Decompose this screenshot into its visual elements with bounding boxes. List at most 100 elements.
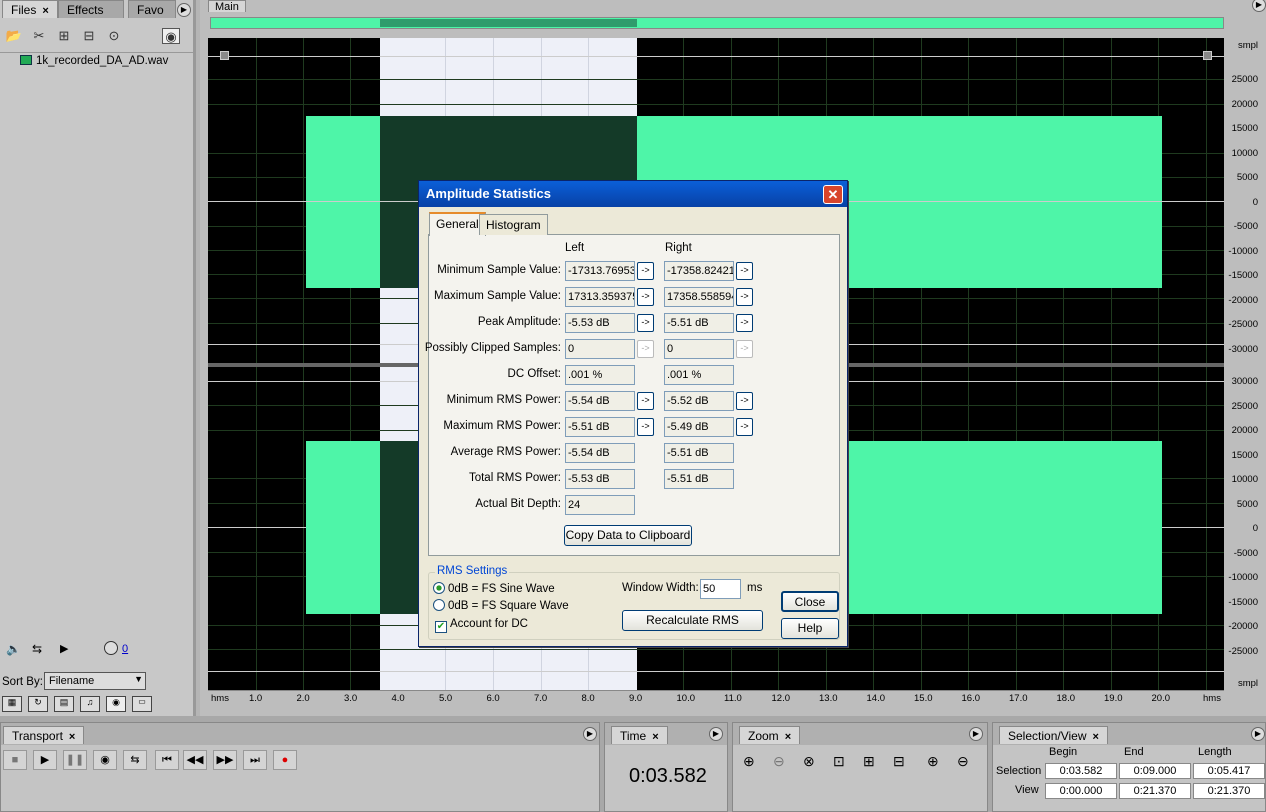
stat-right-value[interactable]: -5.51 dB [664,469,734,489]
show-video-icon[interactable]: ▤ [54,696,74,712]
stat-left-value[interactable]: -5.53 dB [565,313,635,333]
stat-left-value[interactable]: -5.54 dB [565,391,635,411]
go-to-value-button[interactable]: -> [736,288,753,306]
tab-zoom[interactable]: Zoom × [739,726,801,744]
panel-menu-icon[interactable]: ▶ [969,727,983,741]
open-file-icon[interactable]: 📂 [5,28,23,44]
selection-begin-field[interactable]: 0:03.582 [1045,763,1117,779]
go-to-value-button[interactable]: -> [736,418,753,436]
close-file-icon[interactable]: ✂ [30,28,48,44]
close-icon[interactable]: × [69,731,75,743]
checkbox-account-dc[interactable]: ✔ Account for DC [435,618,528,633]
stat-right-value[interactable]: -17358.82421 [664,261,734,281]
selection-end-field[interactable]: 0:09.000 [1119,763,1191,779]
go-to-value-button[interactable]: -> [637,340,654,358]
full-path-icon[interactable]: ▭ [132,696,152,712]
zoom-in-vertical-icon[interactable]: ⊕ [927,753,939,770]
zoom-selection-icon[interactable]: ⊡ [833,753,845,770]
zoom-out-full-icon[interactable]: ⊗ [803,753,815,770]
record-button[interactable]: ● [273,750,297,770]
radio-sine-wave[interactable]: 0dB = FS Sine Wave [433,582,555,595]
play-file-icon[interactable]: ⊙ [105,28,123,44]
close-icon[interactable]: ✕ [823,185,843,204]
close-button[interactable]: Close [781,591,839,612]
go-to-value-button[interactable]: -> [736,392,753,410]
pause-button[interactable]: ❚❚ [63,750,87,770]
go-to-end-button[interactable]: ⏭ [243,750,267,770]
zoom-in-horizontal-icon[interactable]: ⊕ [743,753,755,770]
list-item[interactable]: 1k_recorded_DA_AD.wav [20,55,168,67]
stat-right-value[interactable]: -5.51 dB [664,443,734,463]
zoom-out-horizontal-icon[interactable]: ⊖ [773,753,785,770]
show-midi-icon[interactable]: ♫ [80,696,100,712]
help-button[interactable]: Help [781,618,839,639]
play-button[interactable]: ▶ [33,750,57,770]
panel-menu-icon[interactable]: ▶ [583,727,597,741]
close-icon[interactable]: × [42,5,48,17]
tab-main[interactable]: Main [208,0,246,13]
zoom-left-edge-icon[interactable]: ⊞ [863,753,875,770]
view-begin-field[interactable]: 0:00.000 [1045,783,1117,799]
tab-selection-view[interactable]: Selection/View × [999,726,1108,744]
stat-right-value[interactable]: .001 % [664,365,734,385]
go-to-value-button[interactable]: -> [637,418,654,436]
zoom-out-vertical-icon[interactable]: ⊖ [957,753,969,770]
panel-menu-icon[interactable]: ▶ [1252,0,1266,12]
volume-handle-right[interactable] [1203,51,1212,60]
stat-right-value[interactable]: -5.49 dB [664,417,734,437]
mute-icon[interactable]: 🔈 [6,642,21,656]
stat-left-value[interactable]: 0 [565,339,635,359]
panel-menu-icon[interactable]: ▶ [1251,727,1265,741]
rewind-button[interactable]: ◀◀ [183,750,207,770]
tab-scroll-arrow-icon[interactable]: ▶ [177,3,191,17]
tab-general[interactable]: General [429,212,486,236]
close-icon[interactable]: × [652,731,658,743]
stat-right-value[interactable]: 0 [664,339,734,359]
fast-forward-button[interactable]: ▶▶ [213,750,237,770]
stat-left-value[interactable]: 24 [565,495,635,515]
volume-knob-icon[interactable] [104,641,118,655]
go-to-value-button[interactable]: -> [736,340,753,358]
stat-left-value[interactable]: -5.54 dB [565,443,635,463]
auto-play-icon[interactable]: ◉ [106,696,126,712]
go-to-value-button[interactable]: -> [637,392,654,410]
radio-square-wave[interactable]: 0dB = FS Square Wave [433,599,569,612]
stat-left-value[interactable]: -17313.76953 [565,261,635,281]
show-audio-icon[interactable]: ▦ [2,696,22,712]
stat-left-value[interactable]: .001 % [565,365,635,385]
recalculate-rms-button[interactable]: Recalculate RMS [622,610,763,631]
stat-right-value[interactable]: -5.52 dB [664,391,734,411]
volume-value[interactable]: 0 [122,643,128,655]
show-loop-icon[interactable]: ↻ [28,696,48,712]
zoom-right-edge-icon[interactable]: ⊟ [893,753,905,770]
go-to-start-button[interactable]: ⏮ [155,750,179,770]
copy-to-clipboard-button[interactable]: Copy Data to Clipboard [564,525,692,546]
close-icon[interactable]: × [1093,731,1099,743]
go-to-value-button[interactable]: -> [736,262,753,280]
volume-handle-left[interactable] [220,51,229,60]
stat-left-value[interactable]: -5.53 dB [565,469,635,489]
panel-menu-icon[interactable]: ▶ [709,727,723,741]
go-to-value-button[interactable]: -> [637,262,654,280]
stat-right-value[interactable]: 17358.558594 [664,287,734,307]
view-end-field[interactable]: 0:21.370 [1119,783,1191,799]
overview-selection[interactable] [380,19,637,27]
tab-time[interactable]: Time × [611,726,668,744]
loop-play-button[interactable]: ⇆ [123,750,147,770]
window-width-input[interactable]: 50 [700,579,741,599]
close-icon[interactable]: × [785,731,791,743]
preview-icon[interactable]: ◉ [162,28,180,44]
insert-icon[interactable]: ⊞ [55,28,73,44]
view-length-field[interactable]: 0:21.370 [1193,783,1265,799]
go-to-value-button[interactable]: -> [637,288,654,306]
tab-effects[interactable]: Effects [58,0,124,18]
go-to-value-button[interactable]: -> [736,314,753,332]
sort-by-select[interactable]: Filename ▼ [44,672,146,690]
loop-icon[interactable]: ⇆ [32,642,42,656]
stat-right-value[interactable]: -5.51 dB [664,313,734,333]
overview-bar[interactable] [210,17,1224,29]
go-to-value-button[interactable]: -> [637,314,654,332]
tab-favorites[interactable]: Favo [128,0,176,18]
selection-length-field[interactable]: 0:05.417 [1193,763,1265,779]
tab-transport[interactable]: Transport × [3,726,85,744]
